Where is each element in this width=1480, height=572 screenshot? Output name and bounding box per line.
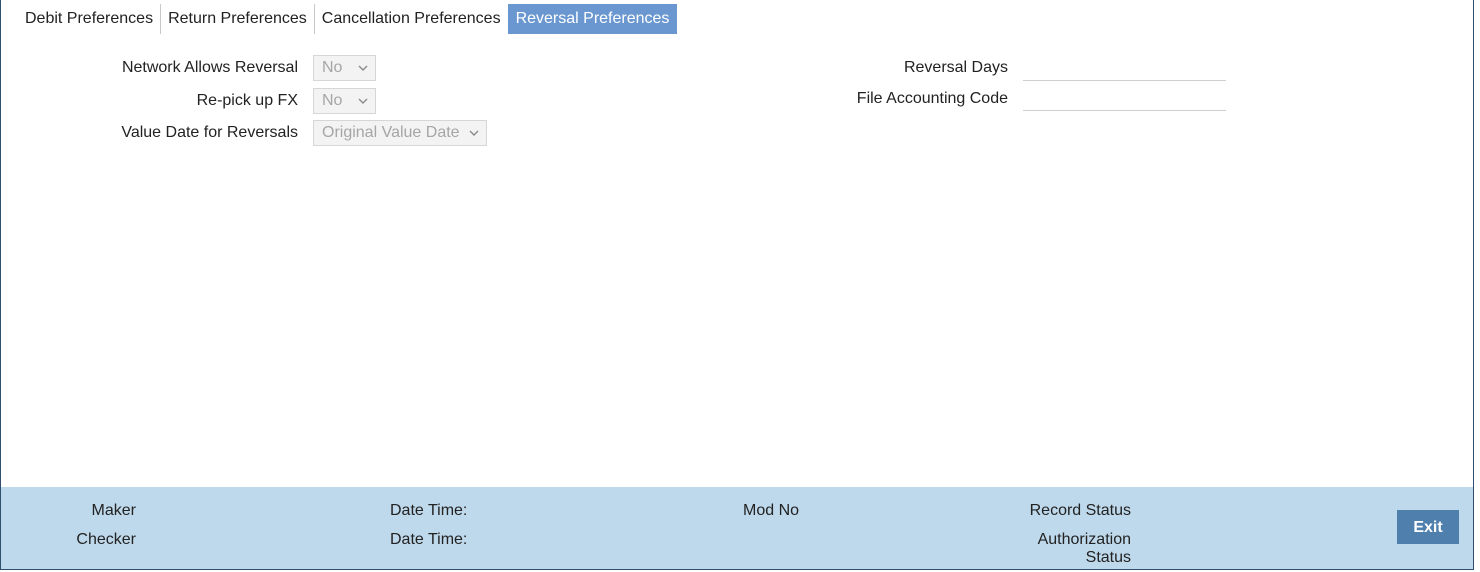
reversal-days-input[interactable] [1023,55,1226,81]
network-allows-reversal-label: Network Allows Reversal [121,59,298,76]
chevron-down-icon [358,98,368,104]
authorization-status-label-line1: Authorization [1037,531,1131,548]
tab-cancellation-preferences[interactable]: Cancellation Preferences [313,4,508,34]
repick-fx-label: Re-pick up FX [196,92,298,109]
tab-bar: Debit Preferences Return Preferences Can… [18,4,678,34]
authorization-status-label-line2: Status [1085,549,1131,566]
file-accounting-code-label: File Accounting Code [856,90,1008,107]
mod-no-label: Mod No [743,502,800,519]
network-allows-reversal-select[interactable]: No [313,55,376,81]
tab-reversal-preferences[interactable]: Reversal Preferences [507,4,678,34]
exit-button[interactable]: Exit [1397,510,1459,544]
value-date-for-reversals-select[interactable]: Original Value Date [313,120,487,146]
audit-footer: Maker Checker Date Time: Date Time: Mod … [1,487,1473,569]
repick-fx-select[interactable]: No [313,88,376,114]
record-status-label: Record Status [1029,502,1131,519]
checker-label: Checker [76,531,136,548]
reversal-days-label: Reversal Days [903,59,1008,76]
network-allows-reversal-value: No [322,59,343,76]
checker-date-time-label: Date Time: [390,531,468,548]
value-date-for-reversals-label: Value Date for Reversals [121,124,298,141]
tab-return-preferences[interactable]: Return Preferences [160,4,314,34]
chevron-down-icon [358,65,368,71]
value-date-for-reversals-value: Original Value Date [322,124,460,141]
tab-debit-preferences[interactable]: Debit Preferences [18,4,160,34]
chevron-down-icon [469,130,479,136]
file-accounting-code-input[interactable] [1023,85,1226,111]
maker-date-time-label: Date Time: [390,502,468,519]
maker-label: Maker [91,502,136,519]
repick-fx-value: No [322,92,343,109]
window-frame [0,0,1474,570]
